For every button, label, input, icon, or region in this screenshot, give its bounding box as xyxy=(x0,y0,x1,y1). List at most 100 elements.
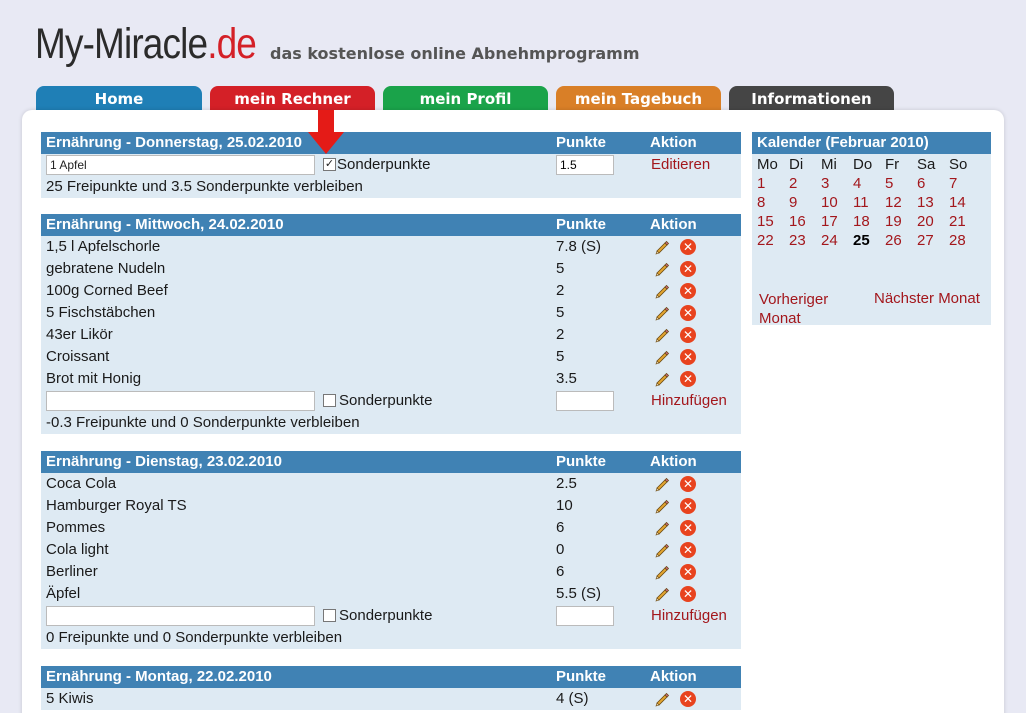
calendar-day[interactable]: 23 xyxy=(787,231,819,250)
red-arrow-icon xyxy=(308,110,344,154)
food-points: 5 xyxy=(556,304,565,321)
food-name: Hamburger Royal TS xyxy=(46,497,187,514)
points-input[interactable] xyxy=(556,155,614,175)
delete-icon[interactable]: ✕ xyxy=(680,261,696,277)
remaining-points-text: 0 Freipunkte und 0 Sonderpunkte verbleib… xyxy=(46,629,343,646)
points-input[interactable] xyxy=(556,391,614,411)
special-points-label: Sonderpunkte xyxy=(339,607,433,624)
pencil-icon[interactable] xyxy=(654,564,670,580)
pencil-icon[interactable] xyxy=(654,239,670,255)
calendar-day[interactable]: 10 xyxy=(819,193,851,212)
special-points-checkbox[interactable]: ✓ xyxy=(323,158,336,171)
table-row: 100g Corned Beef 2 ✕ xyxy=(41,280,741,302)
calendar-day[interactable]: 21 xyxy=(947,212,979,231)
calendar-day[interactable]: 24 xyxy=(819,231,851,250)
pencil-icon[interactable] xyxy=(654,542,670,558)
food-points: 2 xyxy=(556,282,565,299)
delete-icon[interactable]: ✕ xyxy=(680,586,696,602)
remaining-points-text: 25 Freipunkte und 3.5 Sonderpunkte verbl… xyxy=(46,178,363,195)
pencil-icon[interactable] xyxy=(654,691,670,707)
day-header: Ernährung - Mittwoch, 24.02.2010 Punkte … xyxy=(41,214,741,236)
calendar-week: 8 9 10 11 12 13 14 xyxy=(755,193,979,212)
pencil-icon[interactable] xyxy=(654,305,670,321)
delete-icon[interactable]: ✕ xyxy=(680,498,696,514)
calendar-day[interactable]: 4 xyxy=(851,174,883,193)
points-column-header: Punkte xyxy=(556,453,607,470)
calendar-day[interactable]: 1 xyxy=(755,174,787,193)
calendar-day[interactable]: 8 xyxy=(755,193,787,212)
next-month-link[interactable]: Nächster Monat xyxy=(874,290,980,307)
prev-month-link[interactable]: Vorheriger Monat xyxy=(759,290,849,328)
points-input[interactable] xyxy=(556,606,614,626)
calendar-day[interactable]: 6 xyxy=(915,174,947,193)
pencil-icon[interactable] xyxy=(654,498,670,514)
calendar-day[interactable]: 26 xyxy=(883,231,915,250)
delete-icon[interactable]: ✕ xyxy=(680,476,696,492)
delete-icon[interactable]: ✕ xyxy=(680,239,696,255)
food-input[interactable] xyxy=(46,391,315,411)
food-points: 7.8 (S) xyxy=(556,238,602,255)
food-points: 5 xyxy=(556,348,565,365)
pencil-icon[interactable] xyxy=(654,283,670,299)
calendar-day[interactable]: 2 xyxy=(787,174,819,193)
calendar-header: Kalender (Februar 2010) xyxy=(752,132,991,154)
special-points-checkbox[interactable] xyxy=(323,394,336,407)
calendar-day[interactable]: 15 xyxy=(755,212,787,231)
calendar-grid: Mo Di Mi Do Fr Sa So 1 2 3 4 5 6 7 8 9 10 11 12 13 14… xyxy=(755,155,979,250)
calendar-day[interactable]: 14 xyxy=(947,193,979,212)
edit-link[interactable]: Editieren xyxy=(651,156,710,173)
food-points: 6 xyxy=(556,563,565,580)
calendar-day[interactable]: 28 xyxy=(947,231,979,250)
special-points-label: Sonderpunkte xyxy=(339,392,433,409)
delete-icon[interactable]: ✕ xyxy=(680,327,696,343)
calendar-day[interactable]: 27 xyxy=(915,231,947,250)
special-points-checkbox[interactable] xyxy=(323,609,336,622)
logo[interactable]: My-Miracle.de xyxy=(35,18,257,70)
calendar-day[interactable]: 12 xyxy=(883,193,915,212)
calendar-day[interactable]: 19 xyxy=(883,212,915,231)
table-row: Pommes 6 ✕ xyxy=(41,517,741,539)
food-name: 5 Kiwis xyxy=(46,690,94,707)
table-row: 5 Kiwis 4 (S) ✕ xyxy=(41,688,741,710)
pencil-icon[interactable] xyxy=(654,476,670,492)
calendar-day[interactable]: 9 xyxy=(787,193,819,212)
delete-icon[interactable]: ✕ xyxy=(680,542,696,558)
calendar-day[interactable]: 13 xyxy=(915,193,947,212)
calendar-day[interactable]: 17 xyxy=(819,212,851,231)
calendar-day[interactable]: 5 xyxy=(883,174,915,193)
pencil-icon[interactable] xyxy=(654,261,670,277)
table-row: 1,5 l Apfelschorle 7.8 (S) ✕ xyxy=(41,236,741,258)
pencil-icon[interactable] xyxy=(654,327,670,343)
food-input[interactable] xyxy=(46,155,315,175)
delete-icon[interactable]: ✕ xyxy=(680,305,696,321)
points-column-header: Punkte xyxy=(556,668,607,685)
delete-icon[interactable]: ✕ xyxy=(680,520,696,536)
delete-icon[interactable]: ✕ xyxy=(680,349,696,365)
pencil-icon[interactable] xyxy=(654,371,670,387)
food-input[interactable] xyxy=(46,606,315,626)
add-link[interactable]: Hinzufügen xyxy=(651,607,727,624)
pencil-icon[interactable] xyxy=(654,520,670,536)
food-name: Pommes xyxy=(46,519,106,536)
slogan: das kostenlose online Abnehmprogramm xyxy=(270,44,640,63)
add-link[interactable]: Hinzufügen xyxy=(651,392,727,409)
food-name: 5 Fischstäbchen xyxy=(46,304,156,321)
delete-icon[interactable]: ✕ xyxy=(680,691,696,707)
remaining-points: 25 Freipunkte und 3.5 Sonderpunkte verbl… xyxy=(41,176,741,198)
pencil-icon[interactable] xyxy=(654,586,670,602)
pencil-icon[interactable] xyxy=(654,349,670,365)
calendar-day[interactable]: 18 xyxy=(851,212,883,231)
calendar-day[interactable]: 20 xyxy=(915,212,947,231)
calendar-title: Kalender (Februar 2010) xyxy=(757,134,929,151)
day-title: Ernährung - Montag, 22.02.2010 xyxy=(46,668,272,685)
calendar-day[interactable]: 22 xyxy=(755,231,787,250)
delete-icon[interactable]: ✕ xyxy=(680,283,696,299)
calendar-day[interactable]: 7 xyxy=(947,174,979,193)
delete-icon[interactable]: ✕ xyxy=(680,371,696,387)
table-row: Cola light 0 ✕ xyxy=(41,539,741,561)
delete-icon[interactable]: ✕ xyxy=(680,564,696,580)
calendar-day[interactable]: 3 xyxy=(819,174,851,193)
calendar-day[interactable]: 11 xyxy=(851,193,883,212)
calendar-day[interactable]: 16 xyxy=(787,212,819,231)
day-section-mittwoch: Ernährung - Mittwoch, 24.02.2010 Punkte … xyxy=(41,214,741,434)
